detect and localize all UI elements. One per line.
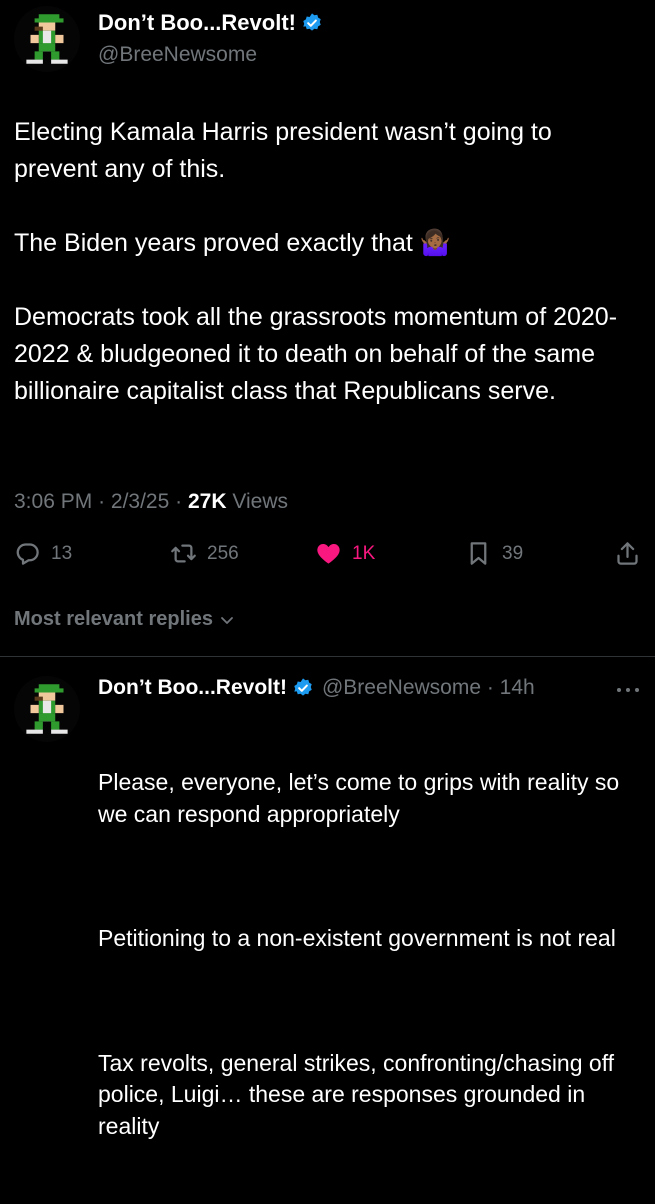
tweet-handle[interactable]: @BreeNewsome xyxy=(98,43,257,67)
bookmark-count: 39 xyxy=(502,542,524,564)
share-icon xyxy=(617,542,638,565)
reply-paragraph: Tax revolts, general strikes, confrontin… xyxy=(98,1049,621,1139)
reply-avatar[interactable] xyxy=(14,676,80,742)
reply-handle-time[interactable]: @BreeNewsome · 14h xyxy=(322,676,535,700)
avatar[interactable] xyxy=(14,6,80,72)
separator: · xyxy=(175,490,183,513)
tweet-text: Electing Kamala Harris president wasn’t … xyxy=(14,118,618,405)
reply-icon xyxy=(16,543,39,565)
verified-badge-icon xyxy=(294,678,312,696)
reply-text: Please, everyone, let’s come to grips wi… xyxy=(98,704,648,1204)
reply-button[interactable]: 13 xyxy=(14,540,72,567)
like-count: 1K xyxy=(352,542,376,564)
separator: · xyxy=(98,490,106,513)
like-button[interactable]: 1K xyxy=(315,540,375,567)
tweet-date[interactable]: 2/3/25 xyxy=(111,490,169,513)
bookmark-button[interactable]: 39 xyxy=(465,540,523,567)
repost-button[interactable]: 256 xyxy=(170,540,239,567)
heart-icon xyxy=(317,543,340,564)
views-label: Views xyxy=(232,490,288,513)
reply-header: Don’t Boo...Revolt! @BreeNewsome · 14h xyxy=(98,676,535,700)
divider xyxy=(0,656,655,657)
reply-count: 13 xyxy=(51,542,73,564)
avatar-pixel-art xyxy=(14,676,80,742)
reply-sort-label: Most relevant replies xyxy=(14,608,213,630)
reply-sort-dropdown[interactable]: Most relevant replies xyxy=(14,608,235,631)
repost-icon xyxy=(171,544,196,563)
tweet-time[interactable]: 3:06 PM xyxy=(14,490,92,513)
reply-paragraph: Petitioning to a non-existent government… xyxy=(98,925,616,951)
views-count: 27K xyxy=(187,490,227,513)
avatar-pixel-art xyxy=(14,6,80,72)
display-name: Don’t Boo...Revolt! xyxy=(98,10,296,35)
share-button[interactable] xyxy=(614,540,651,567)
tweet-meta: 3:06 PM · 2/3/25 · 27K Views xyxy=(14,490,288,514)
verified-badge-icon xyxy=(303,13,321,31)
repost-count: 256 xyxy=(207,542,239,564)
reply-author-name[interactable]: Don’t Boo...Revolt! xyxy=(98,676,287,700)
more-icon[interactable] xyxy=(615,686,641,694)
tweet-author-name[interactable]: Don’t Boo...Revolt! xyxy=(98,10,323,36)
bookmark-icon xyxy=(470,542,487,565)
reply-paragraph: Please, everyone, let’s come to grips wi… xyxy=(98,769,626,827)
chevron-down-icon xyxy=(221,616,233,624)
